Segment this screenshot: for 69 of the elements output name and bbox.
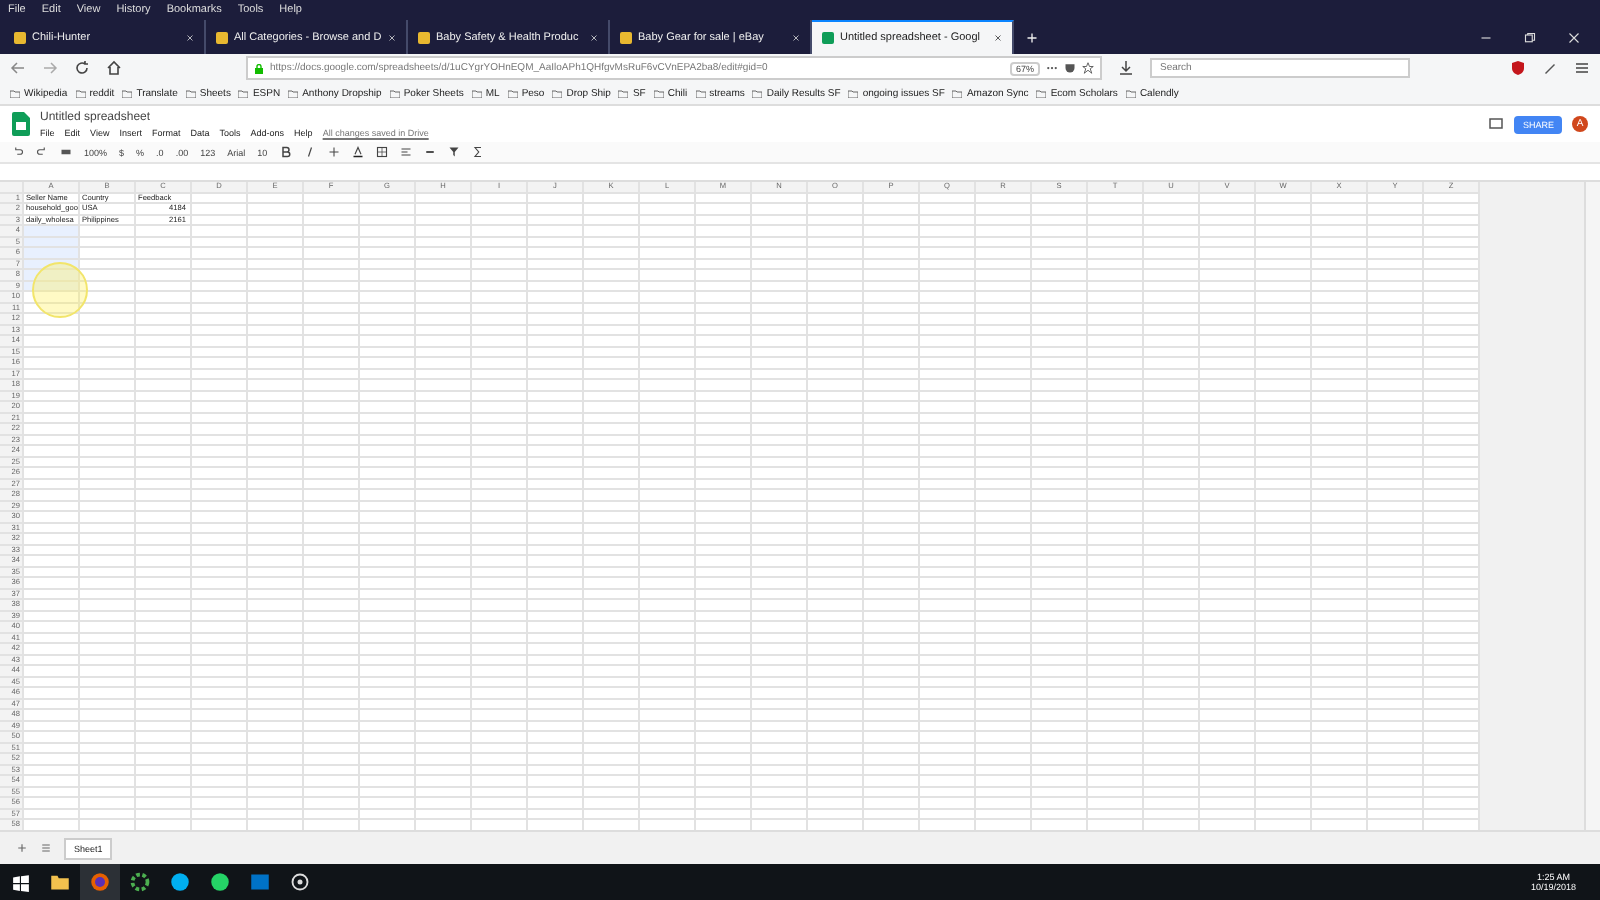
folder-icon — [389, 89, 400, 97]
selected-cell[interactable] — [24, 248, 80, 259]
folder-icon — [552, 89, 563, 97]
sum-icon[interactable] — [471, 146, 484, 158]
italic-icon[interactable] — [303, 146, 316, 158]
tab-favicon-icon — [418, 31, 430, 43]
tab-favicon-icon — [822, 32, 834, 44]
all-sheets-icon[interactable] — [40, 842, 52, 854]
folder-icon — [952, 89, 963, 97]
phone-chat-icon[interactable] — [210, 872, 230, 892]
close-icon[interactable] — [1568, 31, 1580, 43]
select-all-corner[interactable] — [0, 182, 24, 193]
borders-icon[interactable] — [375, 146, 388, 158]
circle-app-icon[interactable] — [290, 872, 310, 892]
tab-favicon-icon — [620, 31, 632, 43]
tab-favicon-icon — [216, 31, 228, 43]
restore-icon[interactable] — [1524, 31, 1536, 43]
folder-icon — [122, 89, 133, 97]
selected-cell[interactable] — [24, 270, 80, 281]
add-sheet-icon[interactable] — [16, 842, 28, 854]
minimize-icon[interactable] — [1480, 31, 1492, 43]
gear-icon[interactable] — [130, 872, 150, 892]
reload-icon[interactable] — [74, 60, 90, 76]
new-tab-icon[interactable] — [1026, 31, 1038, 43]
shield-icon[interactable] — [1510, 60, 1526, 76]
mail-app-icon[interactable] — [250, 872, 270, 892]
folder-icon — [185, 89, 196, 97]
align-icon[interactable] — [399, 146, 412, 158]
folder-icon — [1036, 89, 1047, 97]
folder-icon — [288, 89, 299, 97]
folder-icon — [238, 89, 249, 97]
scrollbar[interactable] — [1584, 182, 1600, 830]
selected-cell[interactable] — [24, 281, 80, 292]
star-icon[interactable] — [1082, 62, 1094, 74]
folder-icon — [10, 89, 20, 97]
chat-app-icon[interactable] — [170, 872, 190, 892]
menu-icon[interactable] — [1574, 60, 1590, 76]
browser-icon[interactable] — [90, 872, 110, 892]
pen-icon[interactable] — [1542, 60, 1558, 76]
folder-icon — [695, 89, 706, 97]
forward-icon[interactable] — [42, 60, 58, 76]
folder-icon — [75, 89, 86, 97]
selected-cell[interactable] — [24, 259, 80, 270]
windows-start-icon[interactable] — [11, 873, 29, 891]
folder-icon — [471, 89, 482, 97]
sheets-logo-icon[interactable] — [12, 112, 30, 136]
home-icon[interactable] — [106, 60, 122, 76]
folder-icon — [1125, 89, 1136, 97]
download-icon[interactable] — [1118, 60, 1134, 76]
pocket-icon[interactable] — [1064, 62, 1076, 74]
folder-icon — [752, 89, 763, 97]
selected-cell[interactable] — [24, 237, 80, 248]
close-tab-icon[interactable] — [994, 34, 1002, 42]
back-icon[interactable] — [10, 60, 26, 76]
cursor-highlight — [32, 262, 88, 318]
folder-icon — [507, 89, 518, 97]
filter-icon[interactable] — [447, 146, 460, 158]
text-color-icon[interactable] — [351, 146, 364, 158]
selected-cell[interactable] — [24, 226, 80, 237]
folder-icon[interactable] — [50, 872, 70, 892]
folder-icon — [618, 89, 629, 97]
lock-icon — [254, 63, 264, 73]
bold-icon[interactable] — [279, 146, 292, 158]
redo-icon[interactable] — [36, 146, 48, 158]
undo-icon[interactable] — [12, 146, 24, 158]
folder-icon — [653, 89, 664, 97]
comment-icon[interactable] — [1488, 116, 1505, 132]
folder-icon — [848, 89, 859, 97]
tab-favicon-icon — [14, 31, 26, 43]
